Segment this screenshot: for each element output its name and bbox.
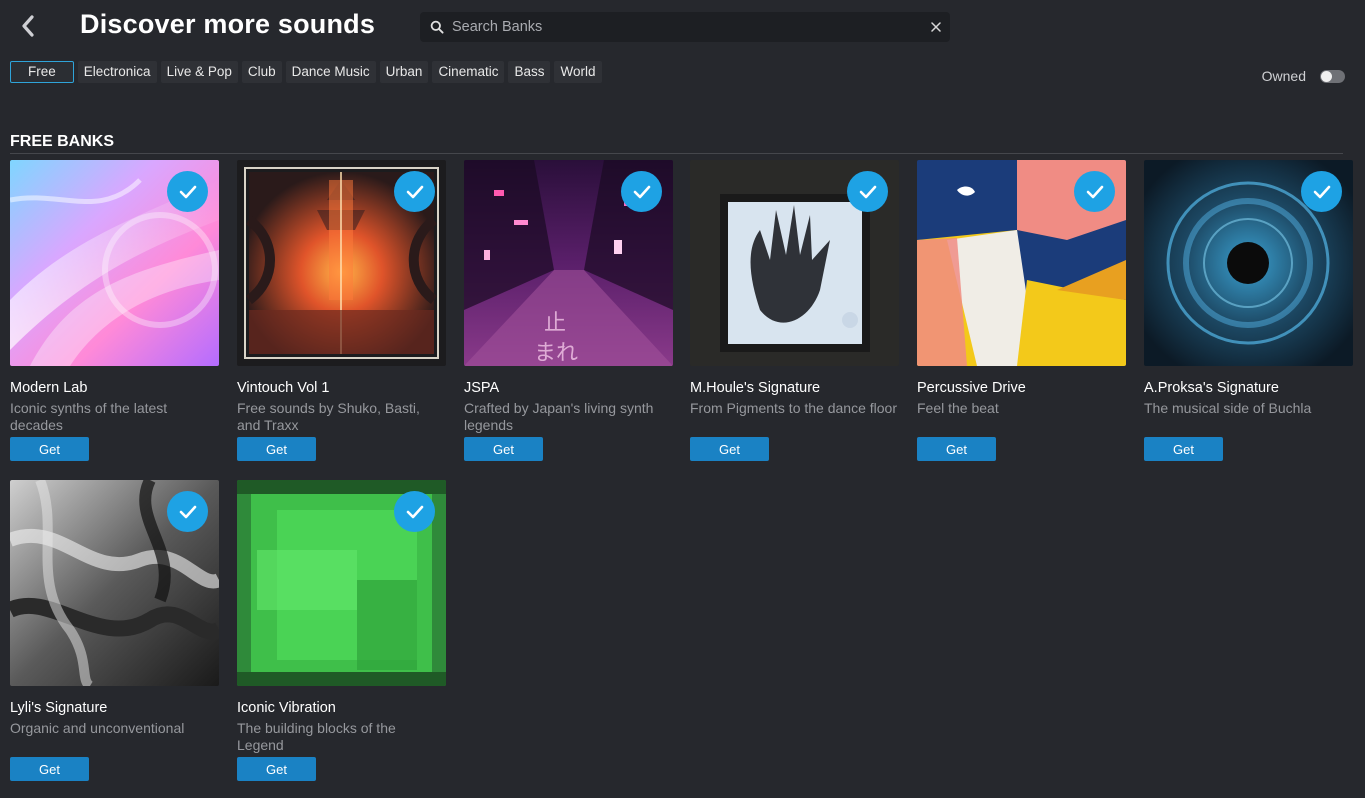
bank-subtitle: Crafted by Japan's living synth legends <box>464 400 654 433</box>
check-icon <box>859 185 876 198</box>
check-icon <box>406 505 423 518</box>
bank-subtitle: Iconic synths of the latest decades <box>10 400 168 433</box>
bank-title[interactable]: Percussive Drive <box>917 380 1126 397</box>
owned-check-badge <box>1074 170 1115 212</box>
filter-dance-music[interactable]: Dance Music <box>285 61 376 83</box>
bank-card: M.Houle's Signature From Pigments to the… <box>690 160 899 461</box>
bank-title[interactable]: Iconic Vibration <box>237 700 446 717</box>
get-button[interactable]: Get <box>10 757 89 781</box>
owned-check-badge <box>167 170 208 212</box>
filter-urban[interactable]: Urban <box>379 61 429 83</box>
page-title: Discover more sounds <box>80 9 376 39</box>
bank-cover[interactable] <box>10 160 219 366</box>
owned-toggle[interactable] <box>1320 69 1345 83</box>
bank-card: Percussive Drive Feel the beat Get <box>917 160 1126 461</box>
filter-cinematic[interactable]: Cinematic <box>432 61 505 83</box>
owned-check-badge <box>167 490 208 532</box>
owned-label: Owned <box>1261 68 1306 84</box>
owned-check-badge <box>1301 170 1342 212</box>
section-title: FREE BANKS <box>10 133 115 150</box>
get-button[interactable]: Get <box>1144 437 1223 461</box>
bank-card: Lyli's Signature Organic and unconventio… <box>10 480 219 781</box>
search-input[interactable] <box>452 12 922 42</box>
check-icon <box>406 185 423 198</box>
bank-cover[interactable] <box>917 160 1126 366</box>
bank-cover[interactable] <box>1144 160 1353 366</box>
bank-cover[interactable] <box>237 160 446 366</box>
get-button[interactable]: Get <box>237 437 316 461</box>
chevron-left-icon <box>22 15 34 37</box>
clear-search-icon[interactable] <box>922 12 950 42</box>
bank-card: Vintouch Vol 1 Free sounds by Shuko, Bas… <box>237 160 446 461</box>
bank-title[interactable]: A.Proksa's Signature <box>1144 380 1353 397</box>
get-button[interactable]: Get <box>690 437 769 461</box>
owned-filter: Owned <box>1262 68 1345 84</box>
bank-subtitle: The musical side of Buchla <box>1144 400 1312 416</box>
filter-world[interactable]: World <box>554 61 602 83</box>
bank-cover[interactable] <box>690 160 899 366</box>
bank-title[interactable]: JSPA <box>464 380 673 397</box>
get-button[interactable]: Get <box>464 437 543 461</box>
bank-cover[interactable] <box>10 480 219 686</box>
toggle-knob <box>1321 70 1332 82</box>
bank-subtitle: Feel the beat <box>917 400 999 416</box>
check-icon <box>179 185 196 198</box>
bank-card: Modern Lab Iconic synths of the latest d… <box>10 160 219 461</box>
bank-card: A.Proksa's Signature The musical side of… <box>1144 160 1353 461</box>
get-button[interactable]: Get <box>10 437 89 461</box>
bank-subtitle: The building blocks of the Legend <box>237 720 396 753</box>
bank-subtitle: Organic and unconventional <box>10 720 185 736</box>
category-filters: Free Electronica Live & Pop Club Dance M… <box>10 61 602 83</box>
get-button[interactable]: Get <box>237 757 316 781</box>
bank-card: 止 まれ JSPA Crafted by Japan's living synt… <box>464 160 673 461</box>
bank-cover[interactable]: 止 まれ <box>464 160 673 366</box>
owned-check-badge <box>394 490 435 532</box>
check-icon <box>179 505 196 518</box>
owned-check-badge <box>847 170 888 212</box>
bank-title[interactable]: Lyli's Signature <box>10 700 219 717</box>
check-icon <box>633 185 650 198</box>
bank-subtitle: From Pigments to the dance floor <box>690 400 897 416</box>
owned-check-badge <box>394 170 435 212</box>
check-icon <box>1313 185 1330 198</box>
bank-title[interactable]: Vintouch Vol 1 <box>237 380 446 397</box>
svg-text:まれ: まれ <box>534 341 578 366</box>
section-divider <box>10 153 1343 154</box>
search-icon <box>422 12 452 42</box>
check-icon <box>1086 185 1103 198</box>
filter-electronica[interactable]: Electronica <box>77 61 157 83</box>
back-button[interactable] <box>14 12 42 40</box>
search-bar <box>420 12 950 42</box>
bank-title[interactable]: Modern Lab <box>10 380 219 397</box>
bank-subtitle: Free sounds by Shuko, Basti, and Traxx <box>237 400 420 433</box>
bank-card: Iconic Vibration The building blocks of … <box>237 480 446 781</box>
filter-free[interactable]: Free <box>10 61 74 83</box>
bank-cover[interactable] <box>237 480 446 686</box>
bank-title[interactable]: M.Houle's Signature <box>690 380 899 397</box>
filter-live-pop[interactable]: Live & Pop <box>160 61 238 83</box>
owned-check-badge <box>621 170 662 212</box>
filter-bass[interactable]: Bass <box>508 61 551 83</box>
filter-club[interactable]: Club <box>241 61 282 83</box>
get-button[interactable]: Get <box>917 437 996 461</box>
svg-text:止: 止 <box>544 311 566 336</box>
